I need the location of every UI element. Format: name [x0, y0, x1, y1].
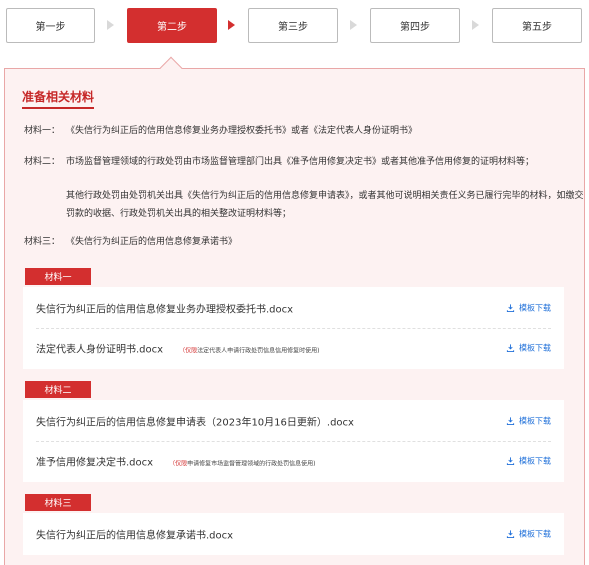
download-label: 模板下载 [519, 416, 551, 426]
step-arrow-icon [107, 20, 114, 30]
file-note-text: 申请修复市场监督管理领域的行政处罚信息使用) [187, 460, 316, 468]
download-link[interactable]: 模板下载 [506, 303, 551, 314]
download-label: 模板下载 [519, 343, 551, 353]
material-1-description: 材料一： 《失信行为纠正后的信用信息修复业务办理授权委托书》或者《法定代表人身份证… [24, 122, 584, 140]
step-5-label: 第五步 [522, 22, 552, 33]
step-1[interactable]: 第一步 [6, 8, 95, 43]
file-list-1: 失信行为纠正后的信用信息修复业务办理授权委托书.docx 模板下载 法定代表人身… [23, 287, 564, 369]
file-note-highlight: （仅限 [179, 347, 198, 355]
step-2[interactable]: 第二步 [127, 8, 217, 43]
file-row: 失信行为纠正后的信用信息修复申请表（2023年10月16日更新）.docx 模板… [23, 401, 564, 441]
step-progress: 第一步 第二步 第三步 第四步 第五步 [0, 0, 589, 52]
material-text: 《失信行为纠正后的信用信息修复业务办理授权委托书》或者《法定代表人身份证明书》 [66, 126, 418, 136]
group-tag-2: 材料二 [25, 381, 91, 398]
step-arrow-icon [350, 20, 357, 30]
step-3[interactable]: 第三步 [248, 8, 338, 43]
step-arrow-icon [228, 20, 235, 30]
file-row: 失信行为纠正后的信用信息修复业务办理授权委托书.docx 模板下载 [23, 288, 564, 328]
material-3-description: 材料三： 《失信行为纠正后的信用信息修复承诺书》 [24, 233, 584, 251]
file-note-text: 法定代表人申请行政处罚信息信用修复时使用) [197, 347, 320, 355]
step-2-label: 第二步 [157, 22, 187, 33]
group-tag-3: 材料三 [25, 494, 91, 511]
file-row: 法定代表人身份证明书.docx （仅限法定代表人申请行政处罚信息信用修复时使用) … [23, 328, 564, 368]
download-icon [506, 417, 515, 426]
material-label: 材料三： [24, 237, 61, 247]
download-icon [506, 530, 515, 539]
download-link[interactable]: 模板下载 [506, 343, 551, 354]
download-label: 模板下载 [519, 529, 551, 539]
download-icon [506, 304, 515, 313]
step-arrow-icon [472, 20, 479, 30]
download-label: 模板下载 [519, 303, 551, 313]
step-4-label: 第四步 [400, 22, 430, 33]
material-2-description: 材料二： 市场监督管理领域的行政处罚由市场监督管理部门出具《准予信用修复决定书》… [24, 153, 584, 233]
download-icon [506, 344, 515, 353]
file-name: 失信行为纠正后的信用信息修复承诺书.docx [36, 530, 234, 542]
material-text: 市场监督管理领域的行政处罚由市场监督管理部门出具《准予信用修复决定书》或者其他准… [66, 157, 535, 167]
file-note: （仅限法定代表人申请行政处罚信息信用修复时使用) [179, 348, 319, 355]
file-list-3: 失信行为纠正后的信用信息修复承诺书.docx 模板下载 [23, 513, 564, 555]
download-label: 模板下载 [519, 456, 551, 466]
step-3-label: 第三步 [278, 22, 308, 33]
material-label: 材料一： [24, 126, 61, 136]
download-link[interactable]: 模板下载 [506, 529, 551, 540]
file-name: 失信行为纠正后的信用信息修复业务办理授权委托书.docx [36, 304, 294, 316]
file-note: （仅限申请修复市场监督管理领域的行政处罚信息使用) [169, 461, 315, 468]
material-text: 《失信行为纠正后的信用信息修复承诺书》 [66, 237, 238, 247]
download-icon [506, 457, 515, 466]
file-name-wrap: 准予信用修复决定书.docx （仅限申请修复市场监督管理领域的行政处罚信息使用) [36, 454, 315, 469]
download-link[interactable]: 模板下载 [506, 416, 551, 427]
step-5[interactable]: 第五步 [492, 8, 582, 43]
file-name: 法定代表人身份证明书.docx [36, 344, 164, 356]
group-tag-1: 材料一 [25, 268, 91, 285]
file-row: 失信行为纠正后的信用信息修复承诺书.docx 模板下载 [23, 514, 564, 554]
material-text: 其他行政处罚由处罚机关出具《失信行为纠正后的信用信息修复申请表》，或者其他可说明… [66, 191, 584, 219]
download-link[interactable]: 模板下载 [506, 456, 551, 467]
file-row: 准予信用修复决定书.docx （仅限申请修复市场监督管理领域的行政处罚信息使用) … [23, 441, 564, 481]
step-1-label: 第一步 [35, 22, 66, 33]
file-name: 准予信用修复决定书.docx [36, 457, 154, 469]
file-list-2: 失信行为纠正后的信用信息修复申请表（2023年10月16日更新）.docx 模板… [23, 400, 564, 482]
file-note-highlight: （仅限 [169, 460, 188, 468]
panel-title: 准备相关材料 [22, 88, 95, 109]
file-name: 失信行为纠正后的信用信息修复申请表（2023年10月16日更新）.docx [36, 417, 354, 429]
step-4[interactable]: 第四步 [370, 8, 460, 43]
material-label: 材料二： [24, 157, 61, 167]
file-name-wrap: 法定代表人身份证明书.docx （仅限法定代表人申请行政处罚信息信用修复时使用) [36, 341, 319, 356]
